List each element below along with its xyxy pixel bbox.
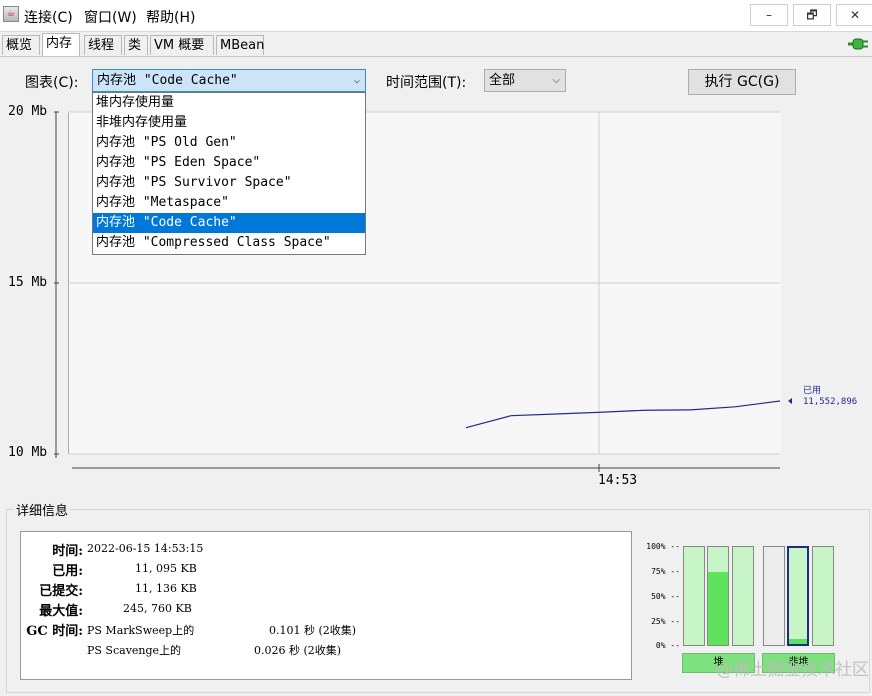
nonheap-pool-bar[interactable]	[763, 546, 785, 646]
dropdown-option-selected[interactable]: 内存池 "Code Cache"	[93, 213, 365, 233]
heap-pool-bar[interactable]	[732, 546, 754, 646]
gc-collector-name: PS Scavenge上的	[87, 644, 182, 657]
series-legend: 已用 11,552,896	[803, 386, 857, 408]
dropdown-option[interactable]: 内存池 "PS Survivor Space"	[93, 173, 365, 193]
watermark: @稀土掘金技术社区	[716, 660, 869, 680]
detail-value: 2022-06-15 14:53:15	[87, 542, 204, 555]
bar-fill	[789, 639, 807, 644]
series-segment	[465, 415, 512, 429]
series-segment	[555, 411, 601, 415]
detail-value: 245, 760 KB	[123, 602, 192, 615]
nonheap-pool-bar-selected[interactable]	[787, 546, 809, 646]
gc-collector-name: PS MarkSweep上的	[87, 624, 195, 637]
detail-value: 11, 095 KB	[135, 562, 197, 575]
series-segment	[735, 400, 781, 408]
heap-pool-bar[interactable]	[707, 546, 729, 646]
series-segment	[510, 413, 556, 417]
bar-pct-label: 25% --	[651, 617, 680, 626]
dropdown-option[interactable]: 堆内存使用量	[93, 93, 365, 113]
detail-key: GC 时间:	[26, 624, 83, 639]
detail-value: 11, 136 KB	[135, 582, 197, 595]
detail-key: 时间:	[52, 544, 83, 559]
series-segment	[600, 409, 646, 413]
chart-dropdown-list: 堆内存使用量 非堆内存使用量 内存池 "PS Old Gen" 内存池 "PS …	[92, 92, 366, 255]
nonheap-pool-bar[interactable]	[812, 546, 834, 646]
bar-pct-label: 100% --	[646, 542, 680, 551]
bar-pct-label: 75% --	[651, 567, 680, 576]
dropdown-option[interactable]: 内存池 "PS Old Gen"	[93, 133, 365, 153]
current-value-marker	[788, 397, 792, 404]
details-title: 详细信息	[14, 500, 71, 519]
series-name: 已用	[803, 386, 822, 396]
series-segment	[690, 406, 736, 411]
bar-pct-label: 0% --	[655, 641, 680, 650]
bar-pct-label: 50% --	[651, 592, 680, 601]
dropdown-option[interactable]: 内存池 "Compressed Class Space"	[93, 233, 365, 253]
detail-key: 已用:	[52, 564, 83, 579]
bar-fill	[708, 572, 728, 645]
series-current-value: 11,552,896	[803, 397, 858, 407]
dropdown-option[interactable]: 非堆内存使用量	[93, 113, 365, 133]
dropdown-option[interactable]: 内存池 "Metaspace"	[93, 193, 365, 213]
dropdown-option[interactable]: 内存池 "PS Eden Space"	[93, 153, 365, 173]
details-info-box: 时间: 2022-06-15 14:53:15 已用: 11, 095 KB 已…	[20, 531, 632, 680]
detail-key: 已提交:	[39, 584, 83, 599]
heap-pool-bar[interactable]	[683, 546, 705, 646]
detail-key: 最大值:	[39, 604, 83, 619]
gc-collector-time: 0.101 秒 (2收集)	[269, 624, 357, 637]
gc-collector-time: 0.026 秒 (2收集)	[254, 644, 342, 657]
